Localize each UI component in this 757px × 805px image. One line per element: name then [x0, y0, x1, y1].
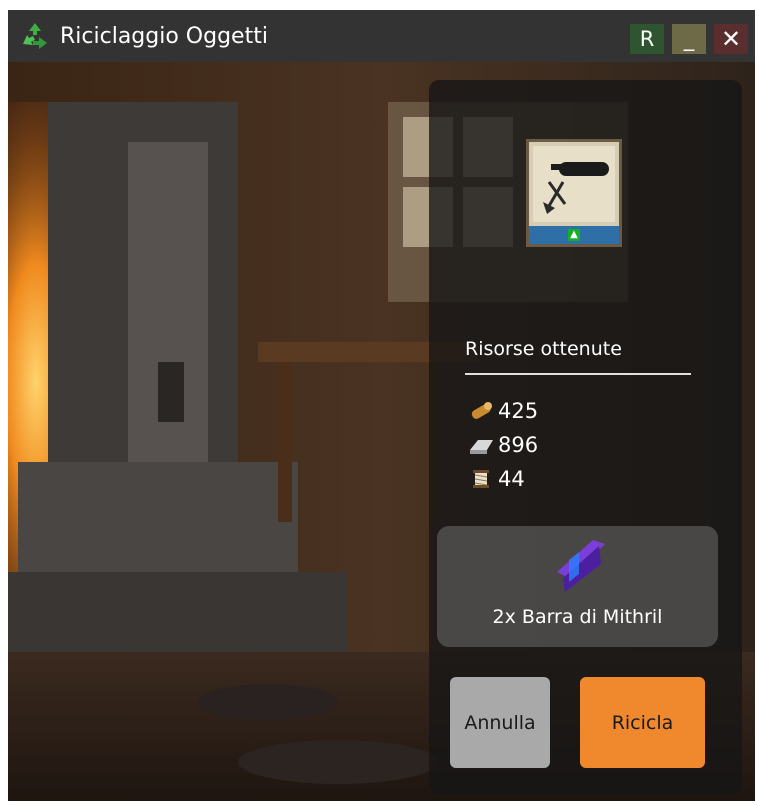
recycled-item-slot[interactable]: ▲ — [526, 139, 622, 247]
output-box: 2x Barra di Mithril — [437, 526, 718, 647]
resources-title: Risorse ottenute — [465, 338, 622, 360]
resource-value-wood: 425 — [498, 399, 539, 423]
recycle-button[interactable]: Ricicla — [580, 677, 705, 768]
output-label: 2x Barra di Mithril — [492, 606, 663, 628]
resource-row-wood: 425 — [466, 398, 538, 424]
item-badge: ▲ — [529, 226, 619, 244]
close-button[interactable]: ✕ — [714, 24, 748, 54]
minimize-button[interactable]: _ — [672, 24, 706, 54]
recycle-icon — [18, 19, 52, 53]
resource-value-thread: 44 — [498, 467, 525, 491]
blueprint-item-icon — [533, 146, 615, 222]
resource-row-metal: 896 — [466, 432, 538, 458]
reset-button[interactable]: R — [630, 24, 664, 54]
metal-ingot-icon — [466, 432, 496, 458]
mithril-bar-icon — [557, 540, 605, 592]
cancel-button[interactable]: Annulla — [450, 677, 550, 768]
resource-value-metal: 896 — [498, 433, 539, 457]
thread-spool-icon — [466, 466, 496, 492]
title-bar[interactable]: Riciclaggio Oggetti R _ ✕ — [8, 10, 755, 62]
window-title: Riciclaggio Oggetti — [60, 23, 268, 49]
arrow-up-icon: ▲ — [568, 229, 580, 241]
wood-log-icon — [466, 398, 496, 424]
resource-row-thread: 44 — [466, 466, 525, 492]
resources-divider — [465, 373, 691, 375]
